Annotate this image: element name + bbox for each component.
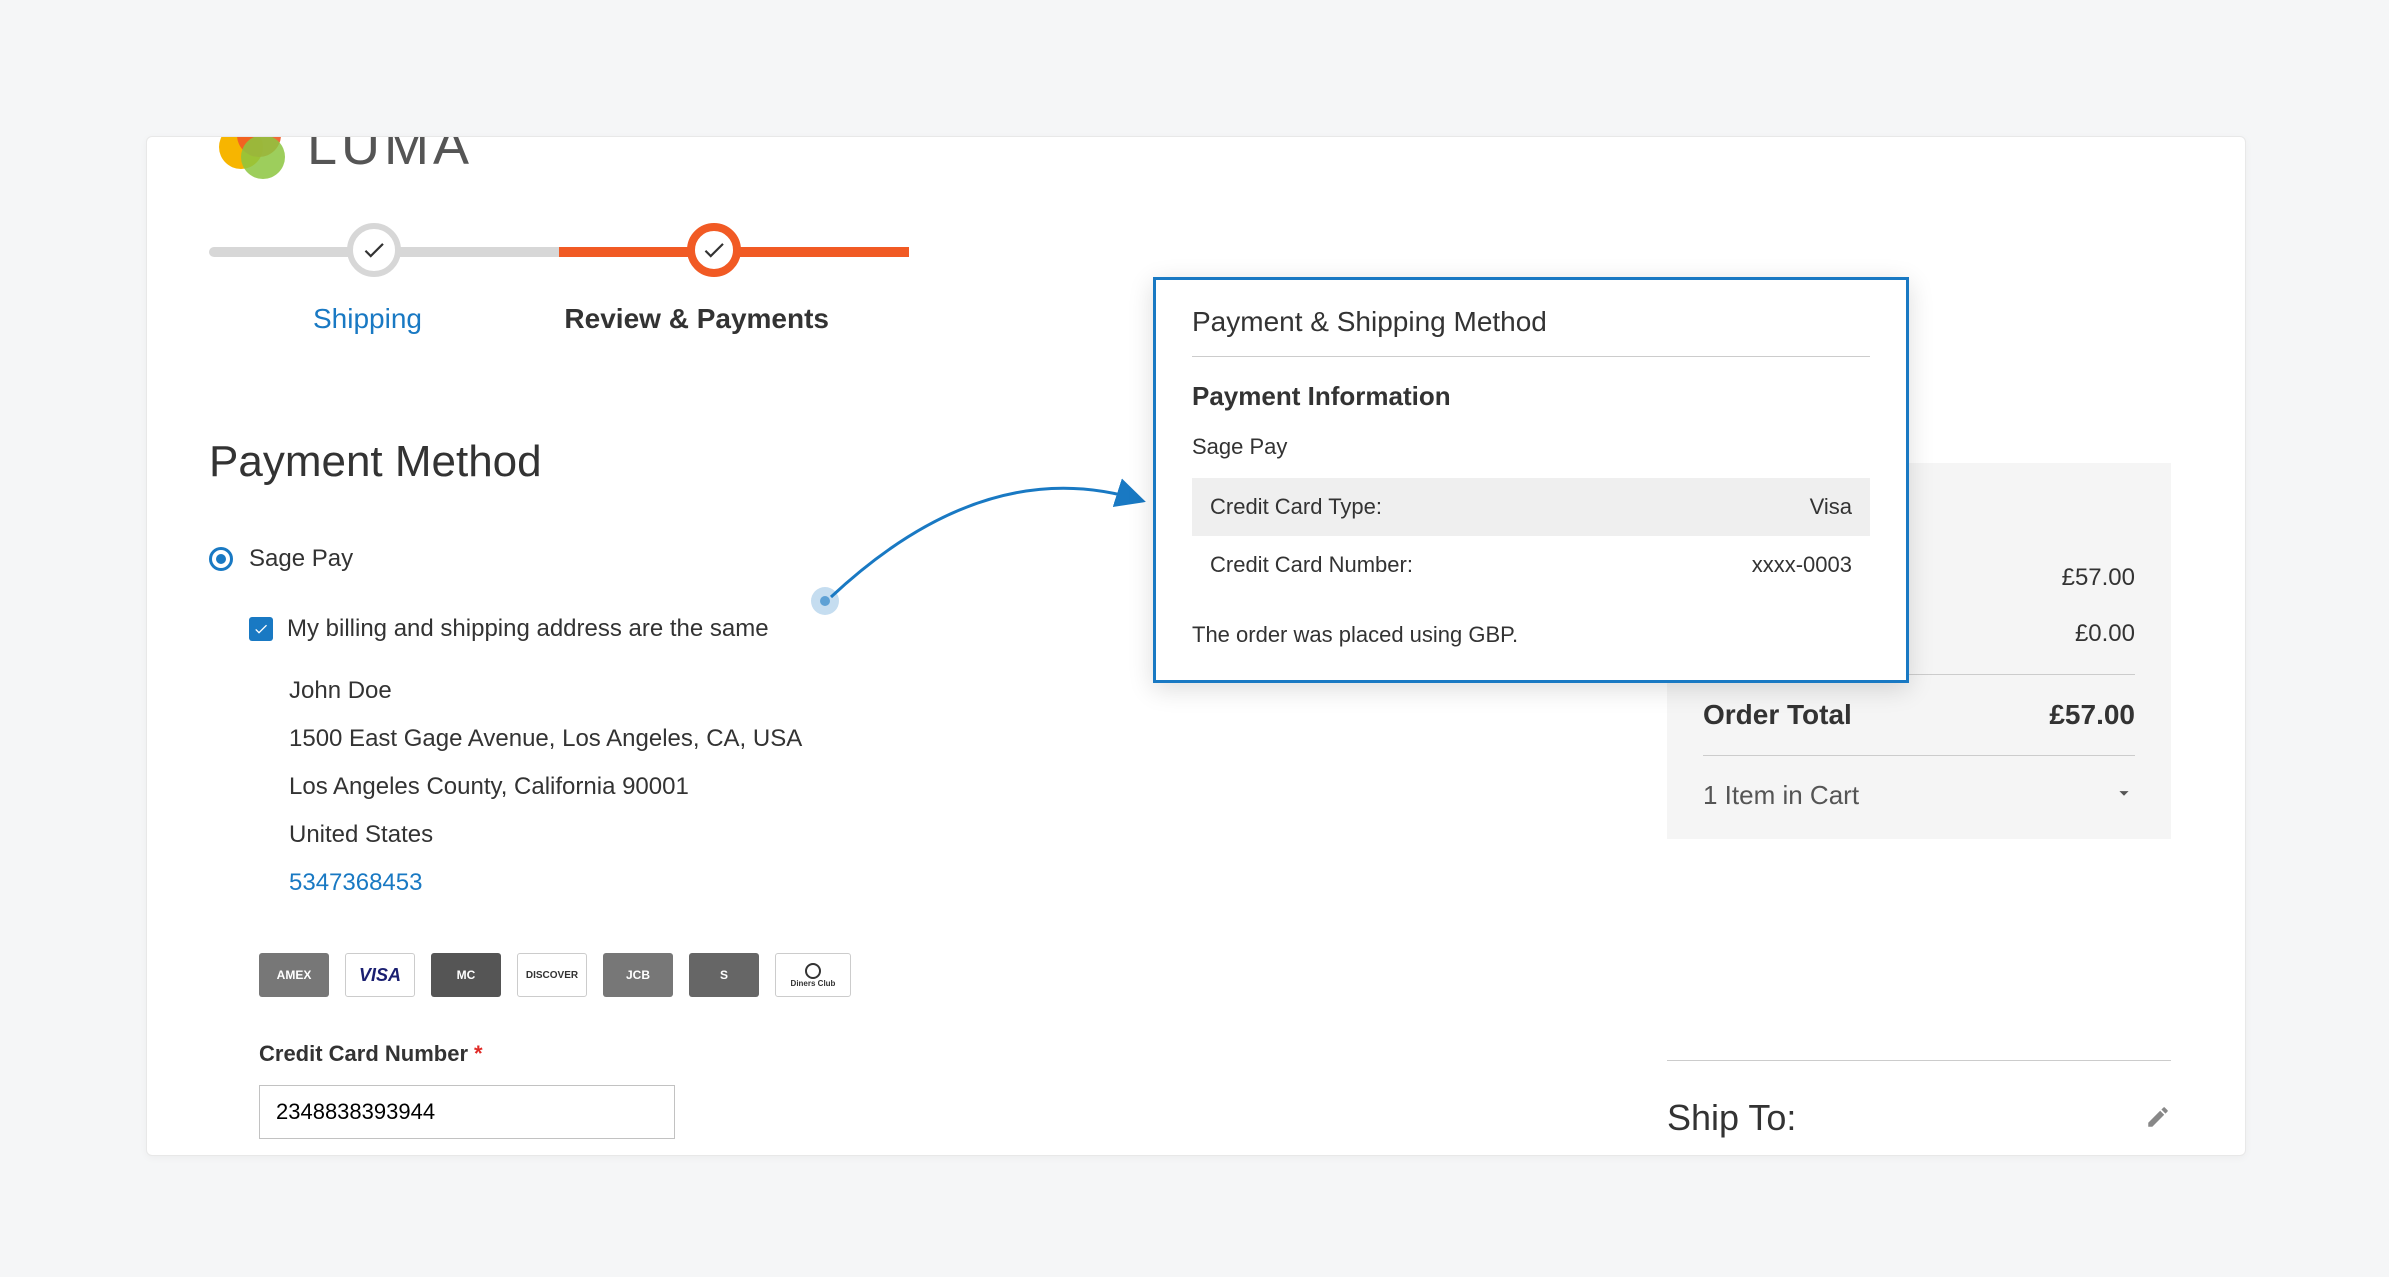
table-row: Credit Card Number: xxxx-0003	[1192, 536, 1870, 594]
summary-shipping: £0.00	[2075, 620, 2135, 648]
amex-icon: AMEX	[259, 953, 329, 997]
address-street: 1500 East Gage Avenue, Los Angeles, CA, …	[289, 715, 802, 763]
payment-info-table: Credit Card Type: Visa Credit Card Numbe…	[1192, 478, 1870, 594]
popover-title: Payment & Shipping Method	[1192, 306, 1870, 357]
currency-note: The order was placed using GBP.	[1192, 622, 1870, 648]
cc-num-label: Credit Card Number:	[1210, 552, 1413, 578]
payment-info-popover: Payment & Shipping Method Payment Inform…	[1153, 277, 1909, 683]
diners-icon: Diners Club	[775, 953, 851, 997]
cc-type-value: Visa	[1810, 494, 1852, 520]
logo-text: LUMA	[307, 136, 473, 177]
accepted-cards: AMEX VISA MC DISCOVER JCB S Diners Club	[259, 953, 851, 997]
jcb-icon: JCB	[603, 953, 673, 997]
order-total-label: Order Total	[1703, 699, 1852, 731]
chevron-down-icon	[2113, 780, 2135, 811]
radio-icon	[209, 547, 233, 571]
annotation-arrow	[807, 461, 1207, 661]
ship-to-label: Ship To:	[1667, 1097, 1796, 1139]
payment-method-heading: Payment Method	[209, 437, 542, 487]
payment-radio-sagepay[interactable]: Sage Pay	[209, 545, 353, 573]
address-region: Los Angeles County, California 90001	[289, 763, 802, 811]
cart-items-toggle[interactable]: 1 Item in Cart	[1703, 755, 2135, 811]
visa-icon: VISA	[345, 953, 415, 997]
check-icon	[361, 237, 387, 263]
check-icon	[701, 237, 727, 263]
step-shipping-dot[interactable]	[347, 223, 401, 277]
cc-number-input[interactable]	[259, 1085, 675, 1139]
order-total-value: £57.00	[2049, 699, 2135, 731]
checkout-card: LUMA Shipping Review & Payments Payment …	[146, 136, 2246, 1156]
address-phone[interactable]: 5347368453	[289, 859, 802, 907]
switch-icon: S	[689, 953, 759, 997]
popover-method: Sage Pay	[1192, 434, 1870, 460]
step-review-label: Review & Payments	[564, 303, 829, 335]
brand-logo: LUMA	[219, 136, 473, 181]
step-review-dot[interactable]	[687, 223, 741, 277]
billing-address: John Doe 1500 East Gage Avenue, Los Ange…	[289, 667, 802, 907]
checkbox-label: My billing and shipping address are the …	[287, 615, 769, 643]
cc-num-value: xxxx-0003	[1752, 552, 1852, 578]
summary-subtotal: £57.00	[2062, 564, 2135, 592]
cc-type-label: Credit Card Type:	[1210, 494, 1382, 520]
mastercard-icon: MC	[431, 953, 501, 997]
cart-items-label: 1 Item in Cart	[1703, 780, 1859, 811]
cc-number-label: Credit Card Number*	[259, 1041, 483, 1067]
checkout-progress: Shipping Review & Payments	[209, 247, 909, 335]
table-row: Credit Card Type: Visa	[1192, 478, 1870, 536]
checkbox-icon	[249, 617, 273, 641]
step-shipping-label[interactable]: Shipping	[313, 303, 422, 335]
edit-icon[interactable]	[2145, 1097, 2171, 1139]
address-name: John Doe	[289, 667, 802, 715]
popover-subtitle: Payment Information	[1192, 381, 1870, 412]
same-address-checkbox[interactable]: My billing and shipping address are the …	[249, 615, 769, 643]
radio-label: Sage Pay	[249, 545, 353, 573]
logo-icon	[219, 136, 289, 181]
discover-icon: DISCOVER	[517, 953, 587, 997]
ship-to-section: Ship To:	[1667, 1060, 2171, 1139]
address-country: United States	[289, 811, 802, 859]
